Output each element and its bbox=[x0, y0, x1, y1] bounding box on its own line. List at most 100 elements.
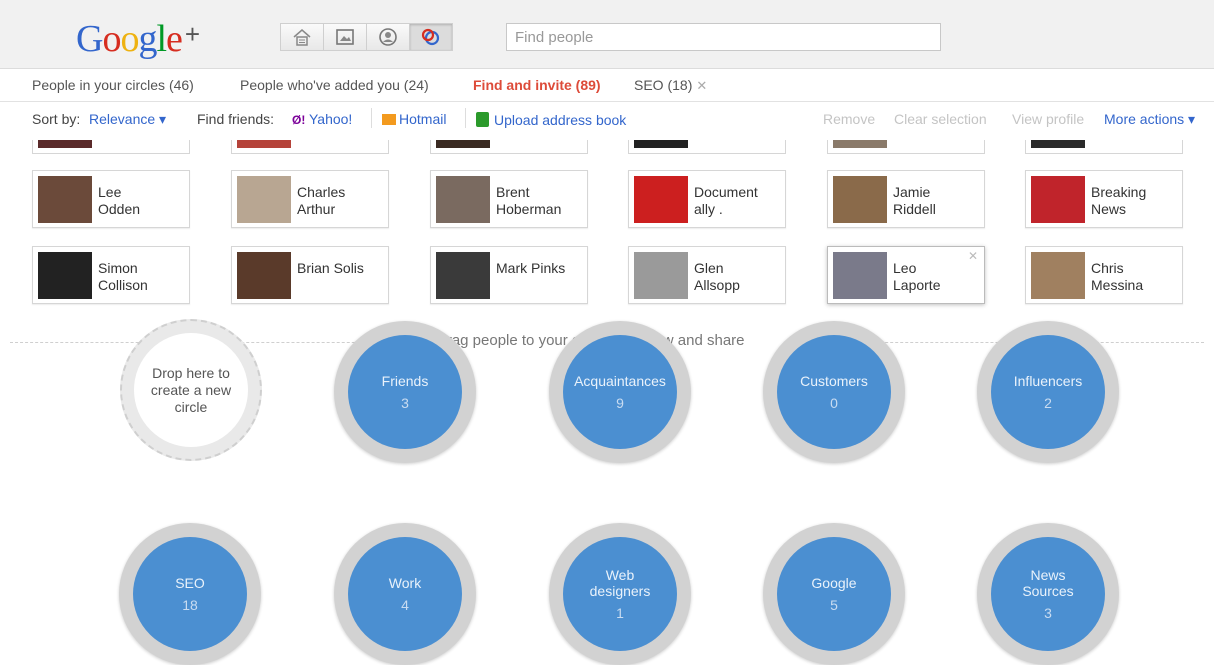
avatar bbox=[436, 252, 490, 299]
tab-find-and-invite[interactable]: Find and invite (89) bbox=[473, 77, 601, 93]
divider bbox=[371, 108, 372, 128]
circle-count: 1 bbox=[616, 605, 624, 621]
avatar bbox=[237, 176, 291, 223]
circle-name: Friends bbox=[381, 373, 429, 389]
logo-plus: + bbox=[184, 19, 200, 49]
person-card[interactable]: Lee Odden bbox=[32, 170, 190, 228]
person-name: Breaking News bbox=[1091, 184, 1147, 217]
top-bar: Google + Find people bbox=[0, 0, 1214, 69]
person-name: Brent Hoberman bbox=[496, 184, 562, 217]
tab-people-who-added-you[interactable]: People who've added you (24) bbox=[240, 77, 429, 93]
avatar bbox=[634, 176, 688, 223]
person-card[interactable]: Breaking News bbox=[1025, 170, 1183, 228]
person-card-partial[interactable] bbox=[827, 140, 985, 154]
circle-friends[interactable]: Friends 3 bbox=[334, 321, 476, 463]
search-input[interactable]: Find people bbox=[506, 23, 941, 51]
person-card-partial[interactable] bbox=[430, 140, 588, 154]
circle-count: 4 bbox=[401, 597, 409, 613]
person-name: Glen Allsopp bbox=[694, 260, 740, 293]
hotmail-icon bbox=[382, 114, 396, 125]
person-card[interactable]: Simon Collison bbox=[32, 246, 190, 304]
circles-icon[interactable] bbox=[409, 23, 453, 51]
circle-count: 18 bbox=[182, 597, 198, 613]
find-friends-label: Find friends: bbox=[197, 111, 275, 127]
circle-count: 3 bbox=[401, 395, 409, 411]
person-name: Lee Odden bbox=[98, 184, 141, 217]
circle-count: 2 bbox=[1044, 395, 1052, 411]
close-icon[interactable]: ✕ bbox=[968, 249, 978, 263]
new-circle-label: Drop here to create a new circle bbox=[134, 333, 248, 447]
circle-count: 0 bbox=[830, 395, 838, 411]
circle-name: Acquaintances bbox=[574, 373, 666, 389]
circles-tabs: People in your circles (46) People who'v… bbox=[0, 68, 1214, 102]
person-card-partial[interactable] bbox=[1025, 140, 1183, 154]
person-card[interactable]: Mark Pinks bbox=[430, 246, 588, 304]
home-icon[interactable] bbox=[280, 23, 324, 51]
avatar bbox=[833, 252, 887, 299]
avatar bbox=[237, 252, 291, 299]
circle-name: Work bbox=[388, 575, 422, 591]
profile-icon[interactable] bbox=[366, 23, 410, 51]
sort-dropdown[interactable]: Relevance ▾ bbox=[89, 111, 166, 128]
circle-name: Customers bbox=[800, 373, 868, 389]
circle-name: Influencers bbox=[1013, 373, 1083, 389]
avatar bbox=[38, 252, 92, 299]
circle-count: 9 bbox=[616, 395, 624, 411]
close-icon[interactable]: ✕ bbox=[696, 78, 707, 93]
avatar bbox=[833, 176, 887, 223]
person-card[interactable]: Glen Allsopp bbox=[628, 246, 786, 304]
more-actions-dropdown[interactable]: More actions ▾ bbox=[1104, 111, 1195, 128]
tab-seo-label: SEO (18) bbox=[634, 77, 693, 93]
circle-acquaintances[interactable]: Acquaintances 9 bbox=[549, 321, 691, 463]
avatar bbox=[1031, 252, 1085, 299]
circle-name: Web designers bbox=[589, 567, 651, 599]
person-name: Charles Arthur bbox=[297, 184, 346, 217]
person-card[interactable]: Document ally . bbox=[628, 170, 786, 228]
new-circle-drop-target[interactable]: Drop here to create a new circle bbox=[120, 319, 262, 461]
divider bbox=[465, 108, 466, 128]
circle-name: News Sources bbox=[1022, 567, 1074, 599]
person-card[interactable]: Brian Solis bbox=[231, 246, 389, 304]
person-name: Brian Solis bbox=[297, 260, 364, 276]
tab-people-in-circles[interactable]: People in your circles (46) bbox=[32, 77, 194, 93]
circle-seo[interactable]: SEO 18 bbox=[119, 523, 261, 665]
google-plus-logo[interactable]: Google + bbox=[76, 14, 200, 59]
person-name: Simon Collison bbox=[98, 260, 148, 293]
hotmail-label: Hotmail bbox=[399, 111, 447, 127]
person-name: Jamie Riddell bbox=[893, 184, 936, 217]
circle-count: 5 bbox=[830, 597, 838, 613]
photos-icon[interactable] bbox=[323, 23, 367, 51]
nav-icons bbox=[280, 23, 453, 51]
person-card[interactable]: Jamie Riddell bbox=[827, 170, 985, 228]
upload-address-book-link[interactable]: Upload address book bbox=[476, 112, 626, 128]
upload-label: Upload address book bbox=[494, 112, 627, 128]
circle-name: Google bbox=[811, 575, 857, 591]
person-card-partial[interactable] bbox=[231, 140, 389, 154]
view-profile-button[interactable]: View profile bbox=[1012, 111, 1084, 127]
circle-news-sources[interactable]: News Sources 3 bbox=[977, 523, 1119, 665]
clear-selection-button[interactable]: Clear selection bbox=[894, 111, 987, 127]
person-card[interactable]: Chris Messina bbox=[1025, 246, 1183, 304]
circle-influencers[interactable]: Influencers 2 bbox=[977, 321, 1119, 463]
person-card-partial[interactable] bbox=[628, 140, 786, 154]
person-card[interactable]: Charles Arthur bbox=[231, 170, 389, 228]
circle-customers[interactable]: Customers 0 bbox=[763, 321, 905, 463]
hotmail-link[interactable]: Hotmail bbox=[382, 111, 446, 127]
sort-label: Sort by: bbox=[32, 111, 81, 127]
circle-google[interactable]: Google 5 bbox=[763, 523, 905, 665]
toolbar: Sort by: Relevance ▾ Find friends: Ø! Ya… bbox=[0, 104, 1214, 132]
circle-name: SEO bbox=[175, 575, 205, 591]
person-card-selected[interactable]: Leo Laporte ✕ bbox=[827, 246, 985, 304]
yahoo-link[interactable]: Ø! Yahoo! bbox=[292, 111, 352, 127]
person-card[interactable]: Brent Hoberman bbox=[430, 170, 588, 228]
person-name: Leo Laporte bbox=[893, 260, 941, 293]
circle-web-designers[interactable]: Web designers 1 bbox=[549, 523, 691, 665]
circle-count: 3 bbox=[1044, 605, 1052, 621]
person-card-partial[interactable] bbox=[32, 140, 190, 154]
circle-work[interactable]: Work 4 bbox=[334, 523, 476, 665]
avatar bbox=[436, 176, 490, 223]
tab-seo[interactable]: SEO (18) ✕ bbox=[634, 77, 707, 94]
address-book-icon bbox=[476, 112, 489, 127]
avatar bbox=[1031, 176, 1085, 223]
remove-button[interactable]: Remove bbox=[823, 111, 875, 127]
